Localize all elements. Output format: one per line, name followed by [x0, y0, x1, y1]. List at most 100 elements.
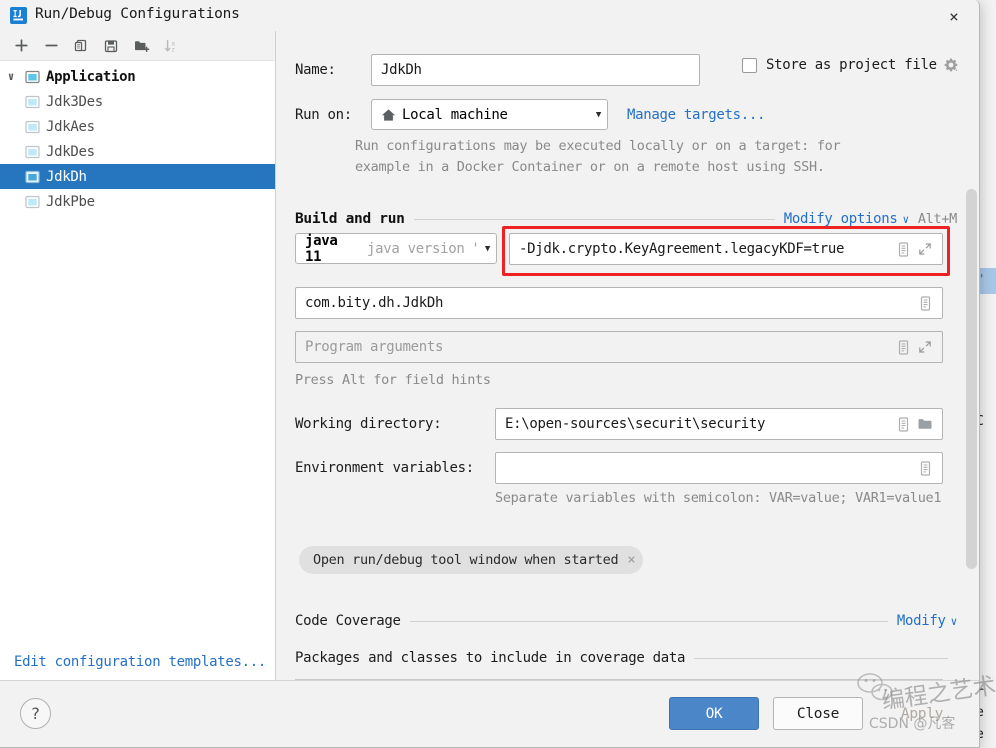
chevron-down-icon[interactable]: ▼ — [588, 110, 601, 120]
chevron-down-icon[interactable]: ∨ — [951, 615, 958, 628]
chevron-down-icon[interactable]: ∨ — [903, 213, 910, 226]
run-on-hint-line-1: Run configurations may be executed local… — [355, 138, 841, 154]
close-button[interactable]: Close — [773, 697, 863, 730]
modify-options-link[interactable]: Modify options — [784, 211, 898, 227]
expand-icon[interactable] — [914, 242, 936, 256]
name-row: Name: JdkDh — [295, 54, 700, 86]
run-on-hint-line-2: example in a Docker Container or on a re… — [355, 159, 825, 175]
store-as-project-file-checkbox[interactable] — [742, 57, 757, 73]
section-divider — [409, 620, 888, 622]
working-directory-label: Working directory: — [295, 416, 442, 432]
environment-variables-input[interactable] — [495, 452, 943, 484]
intellij-idea-icon — [10, 7, 27, 24]
name-input[interactable]: JdkDh — [371, 54, 700, 86]
configurations-sidebar: a z ∨ Application Jdk3Des JdkAes JdkDes … — [0, 31, 276, 681]
option-chip-open-tool-window[interactable]: Open run/debug tool window when started … — [299, 546, 644, 574]
vm-options-value: -Djdk.crypto.KeyAgreement.legacyKDF=true — [519, 241, 845, 257]
edit-configuration-templates-link[interactable]: Edit configuration templates... — [14, 654, 266, 670]
close-icon[interactable]: × — [627, 552, 635, 568]
macro-icon[interactable] — [892, 339, 914, 355]
build-and-run-title: Build and run — [295, 211, 405, 227]
application-icon — [22, 70, 42, 84]
tree-item-jdkaes[interactable]: JdkAes — [0, 114, 275, 139]
folder-icon[interactable] — [914, 417, 936, 431]
jre-version-detail: java version " — [366, 240, 477, 257]
tree-item-jdkdes[interactable]: JdkDes — [0, 139, 275, 164]
close-icon[interactable]: × — [937, 3, 971, 29]
tree-item-label: Jdk3Des — [46, 93, 103, 110]
tree-item-jdkpbe[interactable]: JdkPbe — [0, 189, 275, 214]
store-as-project-file-label: Store as project file — [766, 57, 937, 73]
macro-icon[interactable] — [914, 295, 936, 311]
dialog-titlebar: Run/Debug Configurations × — [0, 0, 979, 31]
macro-icon[interactable] — [914, 460, 936, 476]
run-on-label: Run on: — [295, 106, 352, 123]
section-divider — [694, 657, 948, 659]
macro-icon[interactable] — [892, 241, 914, 257]
field-hints-text: Press Alt for field hints — [295, 372, 491, 388]
vm-options-input[interactable]: -Djdk.crypto.KeyAgreement.legacyKDF=true — [509, 233, 943, 265]
jre-selector[interactable]: java 11 java version " ▼ — [295, 232, 497, 265]
chevron-down-icon[interactable]: ▼ — [477, 244, 490, 254]
build-and-run-section-header: Build and run Modify options ∨ Alt+M — [295, 211, 957, 227]
modify-options-shortcut: Alt+M — [917, 211, 957, 227]
copy-icon[interactable] — [66, 33, 96, 59]
tree-item-jdk3des[interactable]: Jdk3Des — [0, 89, 275, 114]
name-label: Name: — [295, 62, 336, 78]
apply-button: Apply — [900, 705, 944, 722]
macro-icon[interactable] — [892, 416, 914, 432]
run-debug-configurations-dialog: Run/Debug Configurations × a z ∨ Applica… — [0, 0, 980, 748]
help-icon[interactable]: ? — [20, 698, 51, 729]
configuration-editor-panel: Name: JdkDh Store as project file Run on… — [276, 31, 979, 681]
dialog-footer: ? OK Close Apply — [0, 680, 979, 747]
run-on-row: Run on: Local machine ▼ Manage targets..… — [295, 99, 766, 130]
new-folder-icon[interactable] — [126, 33, 156, 59]
manage-targets-link[interactable]: Manage targets... — [627, 107, 766, 123]
environment-variables-hint: Separate variables with semicolon: VAR=v… — [495, 490, 942, 506]
expand-icon[interactable] — [914, 340, 936, 354]
minus-icon[interactable] — [36, 33, 66, 59]
working-directory-input[interactable]: E:\open-sources\securit\security — [495, 408, 943, 440]
main-panel-scrollbar[interactable] — [966, 31, 977, 681]
home-icon — [381, 108, 396, 122]
tree-group-label: Application — [46, 68, 136, 85]
environment-variables-row: Environment variables: — [295, 452, 943, 484]
environment-variables-label: Environment variables: — [295, 460, 474, 476]
main-class-input[interactable]: com.bity.dh.JdkDh — [295, 287, 943, 319]
tree-group-application[interactable]: ∨ Application — [0, 64, 275, 89]
tree-item-jdkdh[interactable]: JdkDh — [0, 164, 275, 189]
tree-item-label: JdkDh — [46, 168, 87, 185]
option-chip-label: Open run/debug tool window when started — [313, 552, 619, 568]
configurations-tree: ∨ Application Jdk3Des JdkAes JdkDes JdkD… — [0, 61, 275, 214]
tree-item-label: JdkAes — [46, 118, 95, 135]
main-panel-scrollbar-thumb[interactable] — [966, 189, 977, 569]
coverage-packages-label: Packages and classes to include in cover… — [295, 650, 686, 666]
ok-button[interactable]: OK — [669, 697, 759, 730]
main-class-value: com.bity.dh.JdkDh — [305, 295, 444, 311]
coverage-packages-header: Packages and classes to include in cover… — [295, 650, 957, 666]
working-directory-row: Working directory: E:\open-sources\secur… — [295, 408, 943, 440]
dialog-title: Run/Debug Configurations — [35, 6, 240, 22]
save-icon[interactable] — [96, 33, 126, 59]
section-divider — [413, 218, 775, 220]
code-coverage-title: Code Coverage — [295, 613, 401, 629]
working-directory-value: E:\open-sources\securit\security — [505, 416, 766, 432]
plus-icon[interactable] — [6, 33, 36, 59]
sort-az-icon[interactable]: a z — [156, 33, 186, 59]
name-input-value: JdkDh — [381, 62, 422, 78]
chevron-down-icon[interactable]: ∨ — [0, 70, 22, 83]
store-as-project-file-row: Store as project file — [742, 57, 959, 73]
tree-item-label: JdkDes — [46, 143, 95, 160]
gear-icon[interactable] — [943, 57, 959, 73]
sidebar-toolbar: a z — [0, 31, 275, 61]
tree-item-label: JdkPbe — [46, 193, 95, 210]
program-arguments-input[interactable]: Program arguments — [295, 331, 943, 363]
run-on-target-value: Local machine — [402, 106, 508, 123]
jre-version-bold: java 11 — [305, 232, 338, 265]
code-coverage-modify-link[interactable]: Modify — [897, 613, 946, 629]
run-on-target-dropdown[interactable]: Local machine ▼ — [371, 99, 608, 130]
edit-configuration-templates-row: Edit configuration templates... — [0, 643, 275, 681]
program-arguments-placeholder: Program arguments — [305, 339, 444, 355]
code-coverage-section-header: Code Coverage Modify ∨ — [295, 613, 957, 629]
svg-text:z: z — [171, 46, 175, 53]
